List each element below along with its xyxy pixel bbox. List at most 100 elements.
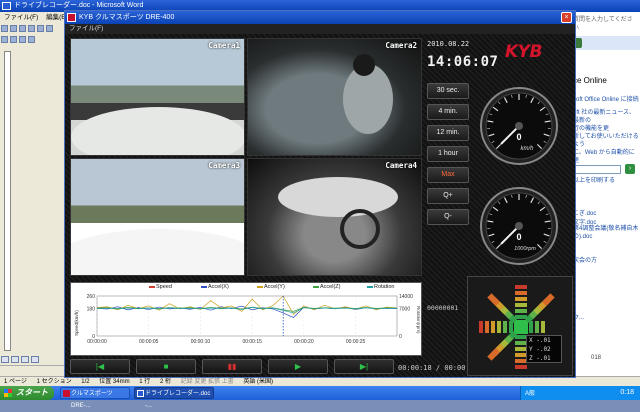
task-pane-search-input[interactable] [573,165,621,174]
g-bar-up [515,309,527,313]
word-title-text: ドライブレコーダー.doc - Microsoft Word [14,2,143,9]
word-toolbar-format [0,34,70,45]
xtick: 00:00:15 [242,339,262,345]
help-search-box[interactable]: 質問を入力してください [573,14,637,23]
steering-wheel [340,209,380,249]
camera-4-view[interactable]: Camera4 [247,158,422,276]
taskbar-kyb-app[interactable]: クルマスポーツ DRE-... [60,387,130,399]
g-bar-left [479,321,483,333]
xtick: 00:00:25 [346,339,366,345]
go-arrow-icon[interactable]: › [625,164,635,174]
recent-doc-4[interactable]: 次会の方 [573,255,597,264]
g-bar-up [515,303,527,307]
spell-icon[interactable] [46,25,53,32]
g-z-value: Z -.01 [529,354,561,363]
kyb-window: KYB クルマスポーツ DRE-400 × ファイル(F) Camera1 Ca… [64,10,576,378]
normal-view-icon[interactable] [1,356,9,363]
plot-frame [97,296,397,336]
g-force-readout: X -.01 Y -.02 Z -.01 [526,335,562,363]
windshield [278,177,398,217]
legend-accel-x: Accel(X) [201,284,229,290]
stop-icon: ■ [137,360,195,373]
cam1-label: Camera1 [208,41,240,50]
recording-time: 14:06:07 [427,54,493,70]
range-30sec-button[interactable]: 30 sec. [427,83,469,99]
play-button[interactable]: ▶ [268,359,328,374]
draw-toolbar [0,365,70,376]
italic-icon[interactable] [10,36,17,43]
kyb-title-text: KYB クルマスポーツ DRE-400 [79,14,174,21]
outline-view-icon[interactable] [31,356,39,363]
view-buttons [0,354,70,365]
save-icon[interactable] [19,25,26,32]
cam2-label: Camera2 [385,41,417,50]
range-4min-button[interactable]: 4 min. [427,104,469,120]
recent-doc-1[interactable]: こぎ.doc [573,208,596,217]
ytick-right: 7000 [399,306,410,312]
new-doc-icon[interactable] [1,25,8,32]
g-x-value: X -.01 [529,336,561,345]
zoom-out-button[interactable]: Q- [427,209,469,225]
pause-button[interactable]: ▮▮ [202,359,262,374]
close-button[interactable]: × [561,12,572,23]
xtick: 00:00:10 [191,339,211,345]
legend-accel-z: Accel(Z) [313,284,340,290]
windshield-shadow [71,107,245,156]
kyb-menu-file[interactable]: ファイル(F) [69,25,103,32]
underline-icon[interactable] [19,36,26,43]
status-pages: 1/2 [81,379,89,385]
legend-accel-y: Accel(Y) [257,284,285,290]
windows-flag-icon [4,389,12,397]
print-layout-icon[interactable] [21,356,29,363]
stop-button[interactable]: ■ [136,359,196,374]
kyb-body: Camera1 Camera2 Camera3 Camera4 2010.08.… [65,34,575,377]
taskbar-kyb-label: クルマスポーツ DRE-... [71,391,113,409]
xtick: 00:00:00 [87,339,107,345]
range-max-button[interactable]: Max [427,167,469,183]
cam3-label: Camera3 [208,161,240,170]
rpm-value: 0 [516,232,521,242]
office-online-link[interactable]: soft Office Online に接続 [573,94,639,103]
camera-3-view[interactable]: Camera3 [70,158,245,276]
zoom-in-button[interactable]: Q+ [427,188,469,204]
web-view-icon[interactable] [11,356,19,363]
ytick-right: 0 [399,334,402,340]
g-y-value: Y -.02 [529,345,561,354]
xtick: 00:00:05 [139,339,159,345]
camera-1-view[interactable]: Camera1 [70,38,245,156]
range-1hour-button[interactable]: 1 hour [427,146,469,162]
legend-rotation: Rotation [367,284,395,290]
bold-icon[interactable] [1,36,8,43]
skip-start-button[interactable]: |◀ [70,359,130,374]
preview-icon[interactable] [37,25,44,32]
sensor-chart[interactable]: Speed Accel(X) Accel(Y) Accel(Z) Rotatio… [70,282,422,356]
print-icon[interactable] [28,25,35,32]
g-bar-up [515,315,527,319]
align-icon[interactable] [28,36,35,43]
taskbar-word-doc[interactable]: ドライブレコーダー.doc -... [134,387,214,399]
camera-2-view[interactable]: Camera2 [247,38,422,156]
status-page: 1 ページ [4,379,27,385]
speed-value: 0 [516,132,521,142]
open-icon[interactable] [10,25,17,32]
g-bar-up [515,297,527,301]
word-menu-file[interactable]: ファイル(F) [4,14,38,21]
chart-plot: Speed(km/h) Rotation(rpm) 26014000180700… [71,292,421,356]
g-bar-down [515,365,527,369]
ylabel-left: Speed(km/h) [74,310,79,336]
g-bar-left [497,321,501,333]
ime-indicator[interactable]: A般 [525,388,535,397]
more-link[interactable]: 以上を印刷する [573,175,615,184]
legend-speed: Speed [149,284,172,290]
range-12min-button[interactable]: 12 min. [427,125,469,141]
start-button[interactable]: スタート [0,386,54,400]
skip-end-icon: ▶| [335,360,393,373]
g-center [514,320,528,334]
start-label: スタート [16,388,48,397]
recent-doc-3[interactable]: 第4調整会議(敬名補自木 の).doc [573,225,639,241]
skip-end-button[interactable]: ▶| [334,359,394,374]
taskbar-word-label: ドライブレコーダー.doc -... [145,391,210,409]
ytick-left: 180 [87,306,96,312]
g-bar-left [485,321,489,333]
windows-taskbar: スタート クルマスポーツ DRE-... ドライブレコーダー.doc -... … [0,386,640,400]
